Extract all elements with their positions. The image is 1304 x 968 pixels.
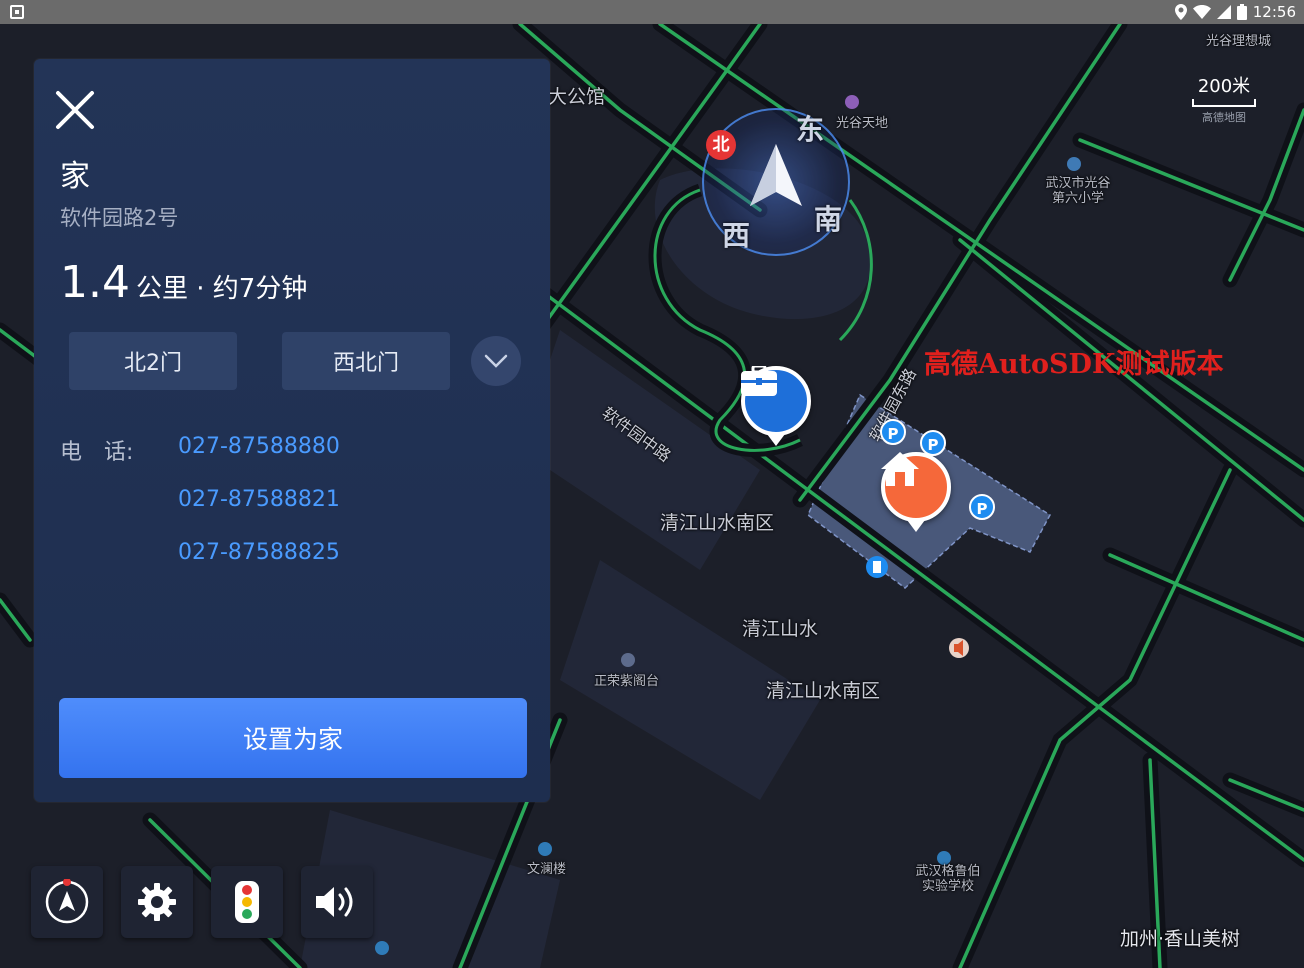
phone-link[interactable]: 027-87588825 bbox=[178, 540, 340, 565]
map-label: 文澜楼 bbox=[527, 862, 567, 877]
marker-tail bbox=[907, 520, 925, 532]
status-bar: 12:56 bbox=[0, 0, 1304, 24]
signal-icon bbox=[1216, 5, 1231, 19]
map-label: 武汉格鲁伯实验学校 bbox=[915, 864, 981, 894]
map-scale: 200米 高德地图 bbox=[1192, 72, 1256, 125]
scale-bar bbox=[1192, 99, 1256, 107]
set-as-home-button[interactable]: 设置为家 bbox=[59, 698, 527, 778]
map-label: 正荣紫阁台 bbox=[594, 674, 660, 689]
sdk-watermark: 高德AutoSDK测试版本 bbox=[924, 349, 1224, 380]
compass-mode-button[interactable] bbox=[31, 866, 103, 938]
phone-label: 电 话: bbox=[60, 440, 134, 465]
home-icon bbox=[881, 452, 951, 522]
close-icon bbox=[56, 91, 94, 129]
app-screen: 12:56 光谷理想城 大公馆 光谷天地 武汉市光谷第六小学 软件园中路 软件园… bbox=[0, 0, 1304, 968]
compass-south: 南 bbox=[814, 203, 843, 236]
settings-icon bbox=[138, 883, 176, 921]
compass-mode-icon bbox=[45, 879, 89, 924]
notification-icon bbox=[10, 5, 24, 19]
north-arrow-icon bbox=[750, 144, 802, 206]
map-label: 光谷理想城 bbox=[1206, 34, 1272, 49]
map-label: 清江山水南区 bbox=[766, 680, 881, 702]
map-compass[interactable]: 北 东 西 南 bbox=[702, 108, 850, 256]
map-label: 加州·香山美树 bbox=[1120, 928, 1241, 950]
parking-icon[interactable]: P bbox=[920, 430, 946, 456]
poi-detail-panel: 家 软件园路2号 1.4 公里 · 约7分钟 北2门 西北门 电 话: 027-… bbox=[34, 59, 550, 802]
work-marker[interactable] bbox=[741, 366, 811, 446]
settings-button[interactable] bbox=[121, 866, 193, 938]
map-label: 武汉市光谷第六小学 bbox=[1045, 176, 1111, 206]
traffic-toggle-button[interactable] bbox=[211, 866, 283, 938]
map-label: 清江山水南区 bbox=[660, 512, 775, 534]
wifi-icon bbox=[1192, 5, 1211, 19]
gate-button-northwest[interactable]: 西北门 bbox=[282, 332, 450, 390]
map-provider-label: 高德地图 bbox=[1202, 111, 1246, 124]
distance-value: 1.4 bbox=[60, 257, 130, 308]
phone-link[interactable]: 027-87588821 bbox=[178, 487, 340, 512]
battery-icon bbox=[1236, 4, 1247, 20]
traffic-light-icon bbox=[235, 881, 259, 923]
compass-north: 北 bbox=[706, 130, 736, 160]
poi-address: 软件园路2号 bbox=[60, 206, 179, 230]
parking-icon[interactable]: P bbox=[880, 419, 906, 445]
map-label: 大公馆 bbox=[548, 86, 606, 108]
distance-info: 1.4 公里 · 约7分钟 bbox=[60, 257, 307, 308]
marker-tail bbox=[767, 434, 785, 446]
compass-west: 西 bbox=[722, 219, 751, 252]
home-marker[interactable] bbox=[881, 452, 951, 532]
briefcase-icon bbox=[741, 366, 811, 436]
gate-button-north2[interactable]: 北2门 bbox=[69, 332, 237, 390]
volume-icon bbox=[316, 887, 353, 917]
scale-label: 200米 bbox=[1197, 76, 1251, 97]
parking-icon[interactable]: P bbox=[969, 494, 995, 520]
chevron-down-icon bbox=[484, 354, 508, 368]
map-label: 清江山水 bbox=[742, 618, 819, 640]
close-button[interactable] bbox=[54, 89, 96, 131]
distance-text: 公里 · 约7分钟 bbox=[135, 274, 308, 304]
expand-gates-button[interactable] bbox=[471, 336, 521, 386]
phone-link[interactable]: 027-87588880 bbox=[178, 434, 340, 459]
volume-button[interactable] bbox=[301, 866, 373, 938]
clock: 12:56 bbox=[1252, 3, 1296, 21]
poi-title: 家 bbox=[60, 159, 90, 194]
compass-east: 东 bbox=[796, 113, 825, 146]
location-icon bbox=[1174, 4, 1187, 20]
